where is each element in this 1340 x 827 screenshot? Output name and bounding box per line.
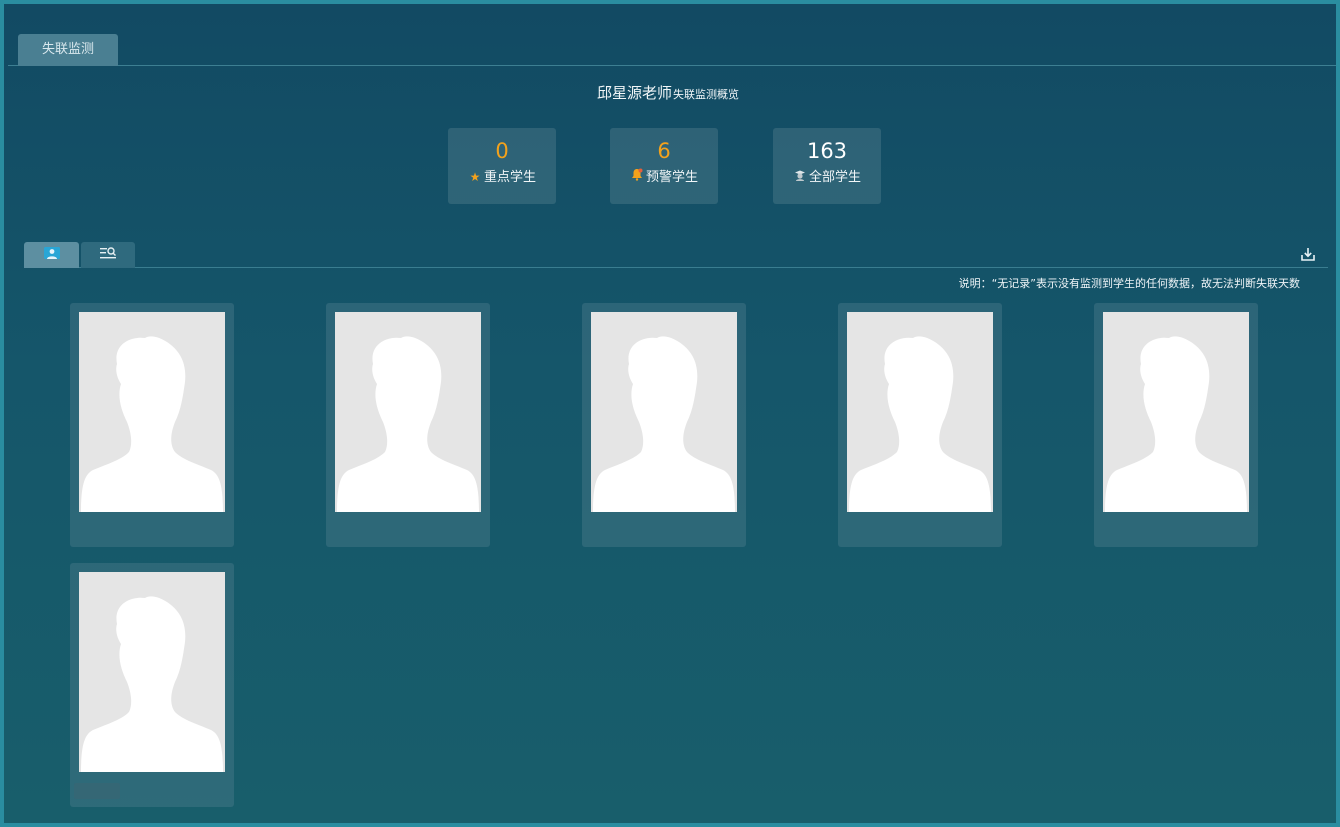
student-card[interactable] [1094,303,1258,547]
student-avatar-placeholder [335,312,481,512]
app-frame: 失联监测 邱星源老师失联监测概览 0 ★ 重点学生 6 预警学生 163 全部学生 [0,0,1340,827]
stats-panel: 0 ★ 重点学生 6 预警学生 163 全部学生 [448,128,888,208]
page-subtitle: 失联监测概览 [673,88,739,101]
student-avatar-placeholder [79,572,225,772]
student-card[interactable] [70,303,234,547]
student-avatar-placeholder [79,312,225,512]
stat-warning-students[interactable]: 6 预警学生 [610,128,718,204]
page-title: 邱星源老师失联监测概览 [4,82,1332,103]
tab-disconnect-monitor[interactable]: 失联监测 [18,34,118,66]
stat-all-students-count: 163 [806,139,848,163]
stat-all-students[interactable]: 163 全部学生 [773,128,881,204]
stat-warning-students-label: 预警学生 [610,166,718,185]
student-icon [793,169,807,184]
stat-key-students[interactable]: 0 ★ 重点学生 [448,128,556,204]
grid-view-tab[interactable] [24,242,79,268]
person-silhouette-icon [81,336,223,512]
stat-key-students-label: ★ 重点学生 [448,166,556,185]
student-card[interactable] [838,303,1002,547]
stat-all-students-label: 全部学生 [773,166,881,185]
person-silhouette-icon [337,336,479,512]
top-tab-bar: 失联监测 [8,8,1336,66]
person-silhouette-icon [849,336,991,512]
student-name-placeholder [74,783,120,799]
list-search-icon [99,246,117,264]
export-download-icon[interactable] [1300,246,1316,262]
view-tab-bar [24,238,1328,268]
photo-grid-icon [43,246,61,264]
stat-warning-students-text: 预警学生 [645,170,698,185]
stat-all-students-text: 全部学生 [808,170,861,185]
student-avatar-placeholder [591,312,737,512]
stat-warning-students-count: 6 [657,139,671,163]
info-note: 说明：“无记录”表示没有监测到学生的任何数据，故无法判断失联天数 [958,277,1300,290]
student-avatar-placeholder [1103,312,1249,512]
person-silhouette-icon [1105,336,1247,512]
teacher-name: 邱星源老师 [596,84,672,102]
person-silhouette-icon [81,596,223,772]
star-icon: ★ [469,170,481,184]
stat-key-students-text: 重点学生 [483,170,536,185]
person-silhouette-icon [593,336,735,512]
stat-key-students-count: 0 [495,139,509,163]
student-avatar-placeholder [847,312,993,512]
list-search-tab[interactable] [81,242,135,268]
student-card[interactable] [70,563,234,807]
student-card[interactable] [326,303,490,547]
bell-alert-icon [630,168,644,184]
student-card[interactable] [582,303,746,547]
